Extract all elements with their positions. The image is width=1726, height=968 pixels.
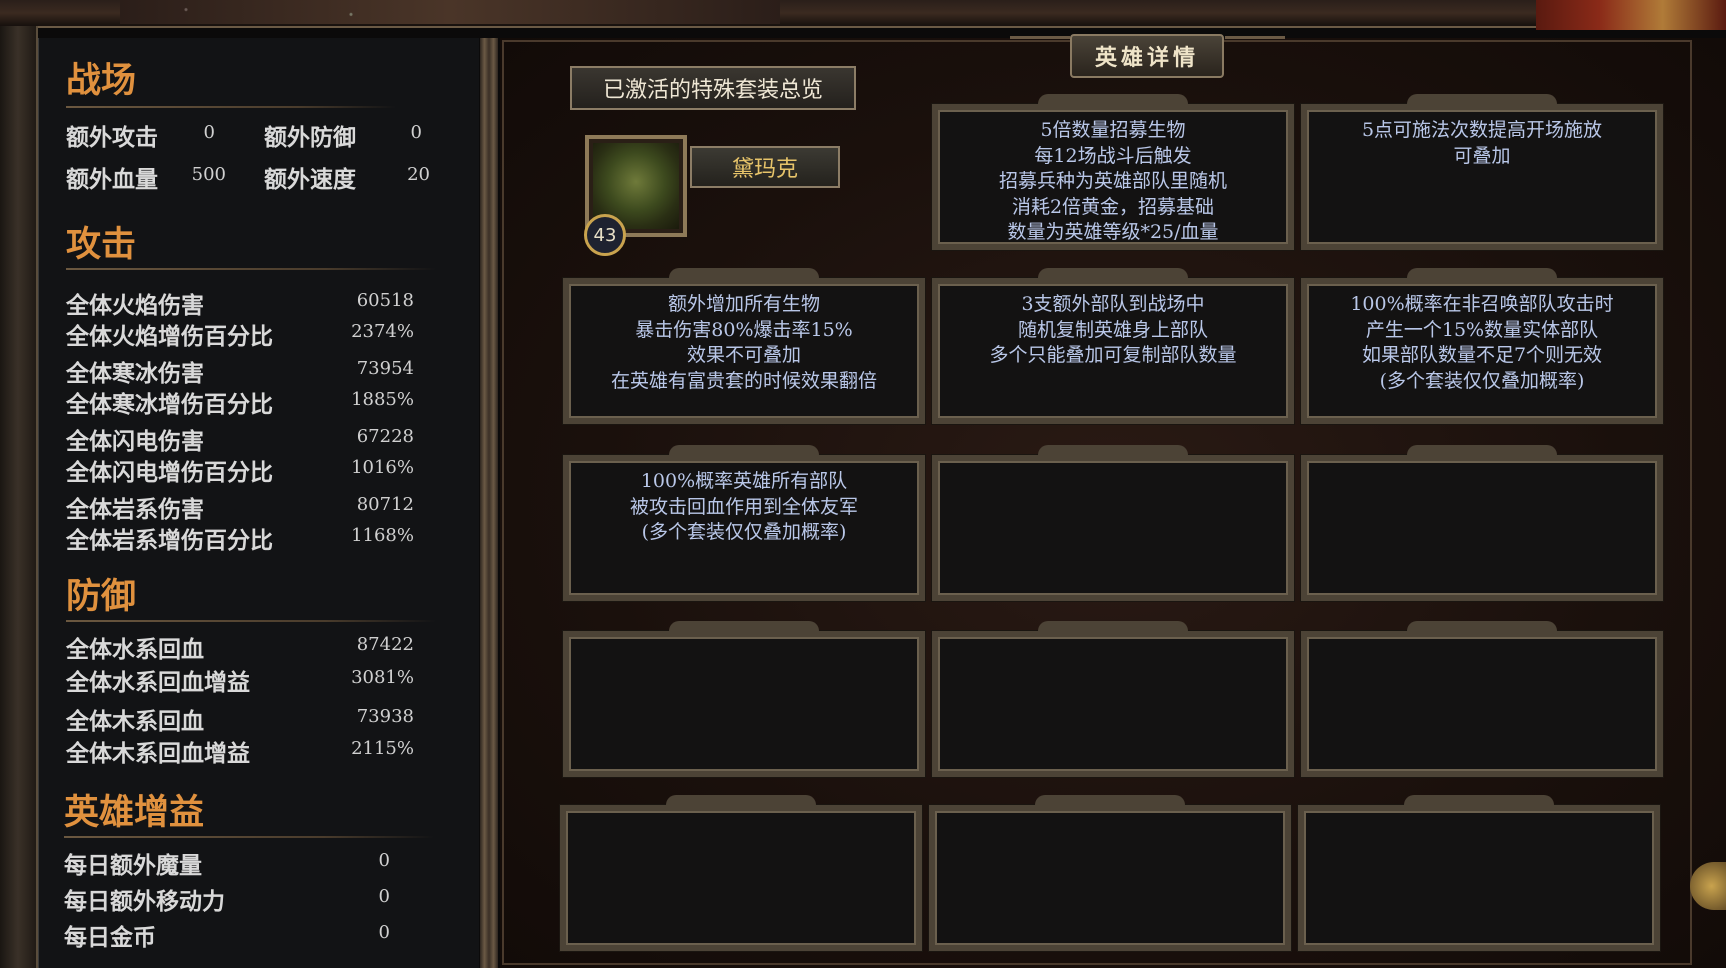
stat-label: 全体水系回血增益	[66, 670, 250, 696]
hero-level-badge: 43	[584, 214, 626, 256]
stat-label: 全体闪电伤害	[66, 429, 204, 455]
stat-value: 1016%	[351, 457, 414, 478]
hero-name-plate[interactable]: 黛玛克	[690, 146, 840, 188]
set-effect-card[interactable]: 额外增加所有生物 暴击伤害80%爆击率15% 效果不可叠加 在英雄有富贵套的时候…	[563, 278, 925, 424]
set-effect-card-empty[interactable]	[1301, 455, 1663, 601]
stat-label: 额外防御	[264, 125, 356, 151]
stat-value: 0	[378, 886, 390, 907]
stat-label: 全体岩系增伤百分比	[66, 528, 273, 554]
set-effect-card[interactable]: 100%概率英雄所有部队 被攻击回血作用到全体友军 (多个套装仅仅叠加概率)	[563, 455, 925, 601]
set-effect-text: 5点可施法次数提高开场施放 可叠加	[1361, 119, 1603, 167]
stat-value: 2115%	[351, 738, 414, 759]
stat-value: 67228	[356, 426, 414, 447]
set-effect-card-empty[interactable]	[1301, 631, 1663, 777]
stat-label: 额外攻击	[66, 125, 158, 151]
stat-value: 73954	[356, 358, 414, 379]
section-rule	[66, 106, 396, 108]
section-title-hero-buffs: 英雄增益	[64, 793, 205, 833]
section-rule	[66, 620, 436, 622]
header-ornament-left	[1010, 36, 1070, 69]
stat-label: 每日金币	[64, 925, 156, 951]
stat-label: 全体岩系伤害	[66, 497, 204, 523]
set-effect-card[interactable]: 100%概率在非召唤部队攻击时 产生一个15%数量实体部队 如果部队数量不足7个…	[1301, 278, 1663, 424]
stat-label: 全体寒冰增伤百分比	[66, 392, 273, 418]
set-effect-text: 5倍数量招募生物 每12场战斗后触发 招募兵种为英雄部队里随机 消耗2倍黄金，招…	[998, 119, 1227, 243]
set-effect-text: 100%概率在非召唤部队攻击时 产生一个15%数量实体部队 如果部队数量不足7个…	[1350, 293, 1614, 392]
panel-title: 英雄详情	[1070, 34, 1224, 78]
section-title-attack: 攻击	[66, 225, 137, 265]
stat-label: 每日额外移动力	[64, 889, 225, 915]
stat-value: 60518	[356, 290, 414, 311]
set-effect-card-empty[interactable]	[932, 455, 1294, 601]
set-effect-text: 3支额外部队到战场中 随机复制英雄身上部队 多个只能叠加可复制部队数量	[989, 293, 1237, 366]
section-rule	[64, 836, 434, 838]
set-effect-card-empty[interactable]	[1298, 805, 1660, 951]
section-rule	[66, 268, 436, 270]
stat-value: 0	[203, 122, 215, 143]
corner-ornament	[1536, 0, 1726, 30]
starfield-strip	[120, 0, 780, 24]
set-overview-button[interactable]: 已激活的特殊套装总览	[570, 66, 856, 110]
section-title-battlefield: 战场	[66, 61, 137, 101]
stat-label: 额外血量	[66, 167, 158, 193]
stat-value: 2374%	[351, 321, 414, 342]
left-frame	[0, 26, 38, 968]
stat-label: 每日额外魔量	[64, 853, 202, 879]
stat-value: 0	[378, 850, 390, 871]
set-effect-card[interactable]: 5倍数量招募生物 每12场战斗后触发 招募兵种为英雄部队里随机 消耗2倍黄金，招…	[932, 104, 1294, 250]
set-effect-card-empty[interactable]	[560, 805, 922, 951]
stat-value: 0	[378, 922, 390, 943]
panel-divider	[480, 38, 498, 968]
stat-value: 20	[407, 164, 430, 185]
stat-value: 3081%	[351, 667, 414, 688]
set-effect-text: 额外增加所有生物 暴击伤害80%爆击率15% 效果不可叠加 在英雄有富贵套的时候…	[610, 293, 877, 392]
section-title-defense: 防御	[66, 577, 137, 617]
header-ornament-right	[1225, 36, 1285, 69]
set-effect-card-empty[interactable]	[932, 631, 1294, 777]
stat-label: 额外速度	[264, 167, 356, 193]
set-effect-card-empty[interactable]	[563, 631, 925, 777]
set-effect-card-empty[interactable]	[929, 805, 1291, 951]
stat-label: 全体火焰伤害	[66, 293, 204, 319]
stat-label: 全体木系回血增益	[66, 741, 250, 767]
stat-value: 1885%	[351, 389, 414, 410]
top-frame	[0, 0, 1726, 28]
stat-value: 1168%	[351, 525, 414, 546]
stat-value: 0	[410, 122, 422, 143]
stat-value: 73938	[356, 706, 414, 727]
stat-label: 全体闪电增伤百分比	[66, 460, 273, 486]
stat-value: 500	[191, 164, 226, 185]
set-effect-card[interactable]: 3支额外部队到战场中 随机复制英雄身上部队 多个只能叠加可复制部队数量	[932, 278, 1294, 424]
stat-label: 全体火焰增伤百分比	[66, 324, 273, 350]
set-effect-text: 100%概率英雄所有部队 被攻击回血作用到全体友军 (多个套装仅仅叠加概率)	[629, 470, 858, 543]
stat-value: 87422	[356, 634, 414, 655]
stat-label: 全体寒冰伤害	[66, 361, 204, 387]
stat-label: 全体水系回血	[66, 637, 204, 663]
set-effect-card[interactable]: 5点可施法次数提高开场施放 可叠加	[1301, 104, 1663, 250]
stat-value: 80712	[356, 494, 414, 515]
stat-label: 全体木系回血	[66, 709, 204, 735]
